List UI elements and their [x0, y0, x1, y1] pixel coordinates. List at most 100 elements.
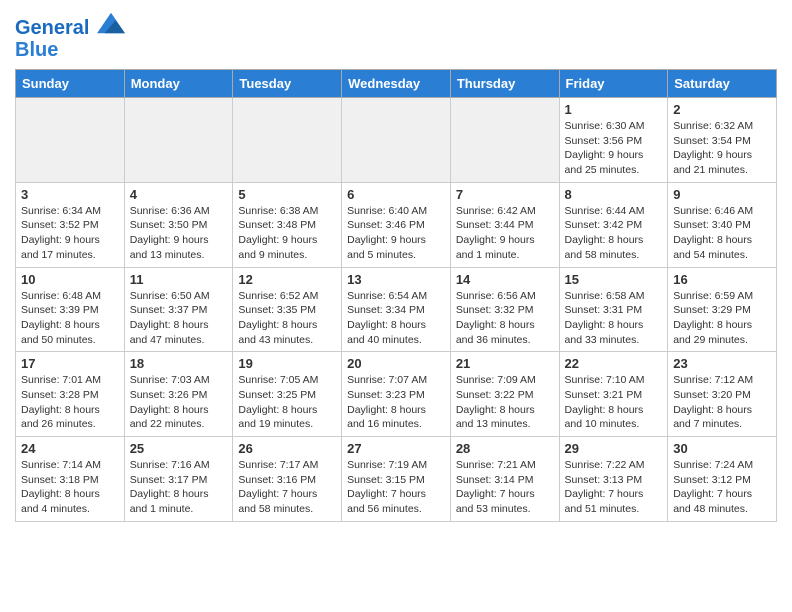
weekday-header-wednesday: Wednesday — [342, 70, 451, 98]
week-row-3: 10Sunrise: 6:48 AM Sunset: 3:39 PM Dayli… — [16, 267, 777, 352]
day-info: Sunrise: 6:32 AM Sunset: 3:54 PM Dayligh… — [673, 119, 771, 178]
weekday-header-sunday: Sunday — [16, 70, 125, 98]
day-cell: 22 Sunrise: 7:10 AM Sunset: 3:21 PM Dayli… — [559, 352, 668, 437]
day-cell: 6Sunrise: 6:40 AM Sunset: 3:46 PM Daylig… — [342, 182, 451, 267]
day-number: 27 — [347, 441, 445, 456]
day-number: 21 — [456, 356, 554, 371]
calendar-table: SundayMondayTuesdayWednesdayThursdayFrid… — [15, 69, 777, 522]
day-number: 29 — [565, 441, 663, 456]
day-cell: 9Sunrise: 6:46 AM Sunset: 3:40 PM Daylig… — [668, 182, 777, 267]
day-number: 9 — [673, 187, 771, 202]
day-info: Sunrise: 7:14 AM Sunset: 3:18 PM Dayligh… — [21, 458, 119, 517]
day-number: 30 — [673, 441, 771, 456]
day-number: 5 — [238, 187, 336, 202]
day-cell: 26 Sunrise: 7:17 AM Sunset: 3:16 PM Dayli… — [233, 437, 342, 522]
day-info: Sunrise: 6:40 AM Sunset: 3:46 PM Dayligh… — [347, 204, 445, 263]
day-cell — [233, 98, 342, 183]
day-cell: 30 Sunrise: 7:24 AM Sunset: 3:12 PM Dayli… — [668, 437, 777, 522]
day-cell: 10Sunrise: 6:48 AM Sunset: 3:39 PM Dayli… — [16, 267, 125, 352]
day-cell: 5Sunrise: 6:38 AM Sunset: 3:48 PM Daylig… — [233, 182, 342, 267]
day-number: 26 — [238, 441, 336, 456]
day-cell: 15 Sunrise: 6:58 AM Sunset: 3:31 PM Dayli… — [559, 267, 668, 352]
day-info: Sunrise: 6:56 AM Sunset: 3:32 PM Dayligh… — [456, 289, 554, 348]
logo-text: General — [15, 16, 125, 39]
day-info: Sunrise: 7:05 AM Sunset: 3:25 PM Dayligh… — [238, 373, 336, 432]
day-number: 17 — [21, 356, 119, 371]
day-cell: 18 Sunrise: 7:03 AM Sunset: 3:26 PM Dayli… — [124, 352, 233, 437]
weekday-header-tuesday: Tuesday — [233, 70, 342, 98]
day-number: 16 — [673, 272, 771, 287]
day-number: 20 — [347, 356, 445, 371]
day-info: Sunrise: 7:07 AM Sunset: 3:23 PM Dayligh… — [347, 373, 445, 432]
day-number: 2 — [673, 102, 771, 117]
day-cell — [450, 98, 559, 183]
day-number: 23 — [673, 356, 771, 371]
day-cell: 27Sunrise: 7:19 AM Sunset: 3:15 PM Dayli… — [342, 437, 451, 522]
day-cell: 8 Sunrise: 6:44 AM Sunset: 3:42 PM Daylig… — [559, 182, 668, 267]
day-cell: 14Sunrise: 6:56 AM Sunset: 3:32 PM Dayli… — [450, 267, 559, 352]
weekday-header-row: SundayMondayTuesdayWednesdayThursdayFrid… — [16, 70, 777, 98]
day-cell: 2 Sunrise: 6:32 AM Sunset: 3:54 PM Daylig… — [668, 98, 777, 183]
day-number: 28 — [456, 441, 554, 456]
day-info: Sunrise: 7:22 AM Sunset: 3:13 PM Dayligh… — [565, 458, 663, 517]
week-row-4: 17 Sunrise: 7:01 AM Sunset: 3:28 PM Dayli… — [16, 352, 777, 437]
day-info: Sunrise: 6:58 AM Sunset: 3:31 PM Dayligh… — [565, 289, 663, 348]
day-info: Sunrise: 7:01 AM Sunset: 3:28 PM Dayligh… — [21, 373, 119, 432]
day-cell: 16 Sunrise: 6:59 AM Sunset: 3:29 PM Dayli… — [668, 267, 777, 352]
day-cell: 28 Sunrise: 7:21 AM Sunset: 3:14 PM Dayli… — [450, 437, 559, 522]
day-number: 4 — [130, 187, 228, 202]
logo-general: General — [15, 17, 89, 39]
day-cell: 11Sunrise: 6:50 AM Sunset: 3:37 PM Dayli… — [124, 267, 233, 352]
week-row-1: 1 Sunrise: 6:30 AM Sunset: 3:56 PM Daylig… — [16, 98, 777, 183]
day-cell: 4 Sunrise: 6:36 AM Sunset: 3:50 PM Daylig… — [124, 182, 233, 267]
day-cell: 20 Sunrise: 7:07 AM Sunset: 3:23 PM Dayli… — [342, 352, 451, 437]
day-number: 19 — [238, 356, 336, 371]
day-cell — [124, 98, 233, 183]
weekday-header-thursday: Thursday — [450, 70, 559, 98]
day-number: 1 — [565, 102, 663, 117]
logo-icon — [97, 12, 125, 34]
day-info: Sunrise: 6:36 AM Sunset: 3:50 PM Dayligh… — [130, 204, 228, 263]
day-info: Sunrise: 6:54 AM Sunset: 3:34 PM Dayligh… — [347, 289, 445, 348]
day-number: 7 — [456, 187, 554, 202]
day-info: Sunrise: 6:50 AM Sunset: 3:37 PM Dayligh… — [130, 289, 228, 348]
logo: General Blue — [15, 16, 125, 61]
week-row-5: 24 Sunrise: 7:14 AM Sunset: 3:18 PM Dayli… — [16, 437, 777, 522]
day-info: Sunrise: 7:12 AM Sunset: 3:20 PM Dayligh… — [673, 373, 771, 432]
day-info: Sunrise: 7:21 AM Sunset: 3:14 PM Dayligh… — [456, 458, 554, 517]
day-number: 10 — [21, 272, 119, 287]
day-cell: 17 Sunrise: 7:01 AM Sunset: 3:28 PM Dayli… — [16, 352, 125, 437]
header: General Blue — [15, 10, 777, 61]
weekday-header-friday: Friday — [559, 70, 668, 98]
day-number: 3 — [21, 187, 119, 202]
day-info: Sunrise: 6:30 AM Sunset: 3:56 PM Dayligh… — [565, 119, 663, 178]
day-number: 24 — [21, 441, 119, 456]
day-cell: 29 Sunrise: 7:22 AM Sunset: 3:13 PM Dayli… — [559, 437, 668, 522]
day-number: 18 — [130, 356, 228, 371]
day-info: Sunrise: 6:52 AM Sunset: 3:35 PM Dayligh… — [238, 289, 336, 348]
day-info: Sunrise: 6:42 AM Sunset: 3:44 PM Dayligh… — [456, 204, 554, 263]
day-number: 22 — [565, 356, 663, 371]
day-number: 25 — [130, 441, 228, 456]
day-number: 12 — [238, 272, 336, 287]
weekday-header-monday: Monday — [124, 70, 233, 98]
day-cell: 21 Sunrise: 7:09 AM Sunset: 3:22 PM Dayli… — [450, 352, 559, 437]
day-cell — [342, 98, 451, 183]
day-cell: 13 Sunrise: 6:54 AM Sunset: 3:34 PM Dayli… — [342, 267, 451, 352]
day-info: Sunrise: 7:09 AM Sunset: 3:22 PM Dayligh… — [456, 373, 554, 432]
day-info: Sunrise: 7:10 AM Sunset: 3:21 PM Dayligh… — [565, 373, 663, 432]
day-info: Sunrise: 7:16 AM Sunset: 3:17 PM Dayligh… — [130, 458, 228, 517]
day-info: Sunrise: 7:03 AM Sunset: 3:26 PM Dayligh… — [130, 373, 228, 432]
day-number: 15 — [565, 272, 663, 287]
day-cell: 3 Sunrise: 6:34 AM Sunset: 3:52 PM Daylig… — [16, 182, 125, 267]
logo-blue: Blue — [15, 39, 125, 61]
day-info: Sunrise: 7:17 AM Sunset: 3:16 PM Dayligh… — [238, 458, 336, 517]
day-number: 8 — [565, 187, 663, 202]
day-cell: 23 Sunrise: 7:12 AM Sunset: 3:20 PM Dayli… — [668, 352, 777, 437]
day-cell: 25 Sunrise: 7:16 AM Sunset: 3:17 PM Dayli… — [124, 437, 233, 522]
day-number: 13 — [347, 272, 445, 287]
day-info: Sunrise: 6:59 AM Sunset: 3:29 PM Dayligh… — [673, 289, 771, 348]
day-info: Sunrise: 6:34 AM Sunset: 3:52 PM Dayligh… — [21, 204, 119, 263]
day-info: Sunrise: 7:24 AM Sunset: 3:12 PM Dayligh… — [673, 458, 771, 517]
day-info: Sunrise: 6:44 AM Sunset: 3:42 PM Dayligh… — [565, 204, 663, 263]
